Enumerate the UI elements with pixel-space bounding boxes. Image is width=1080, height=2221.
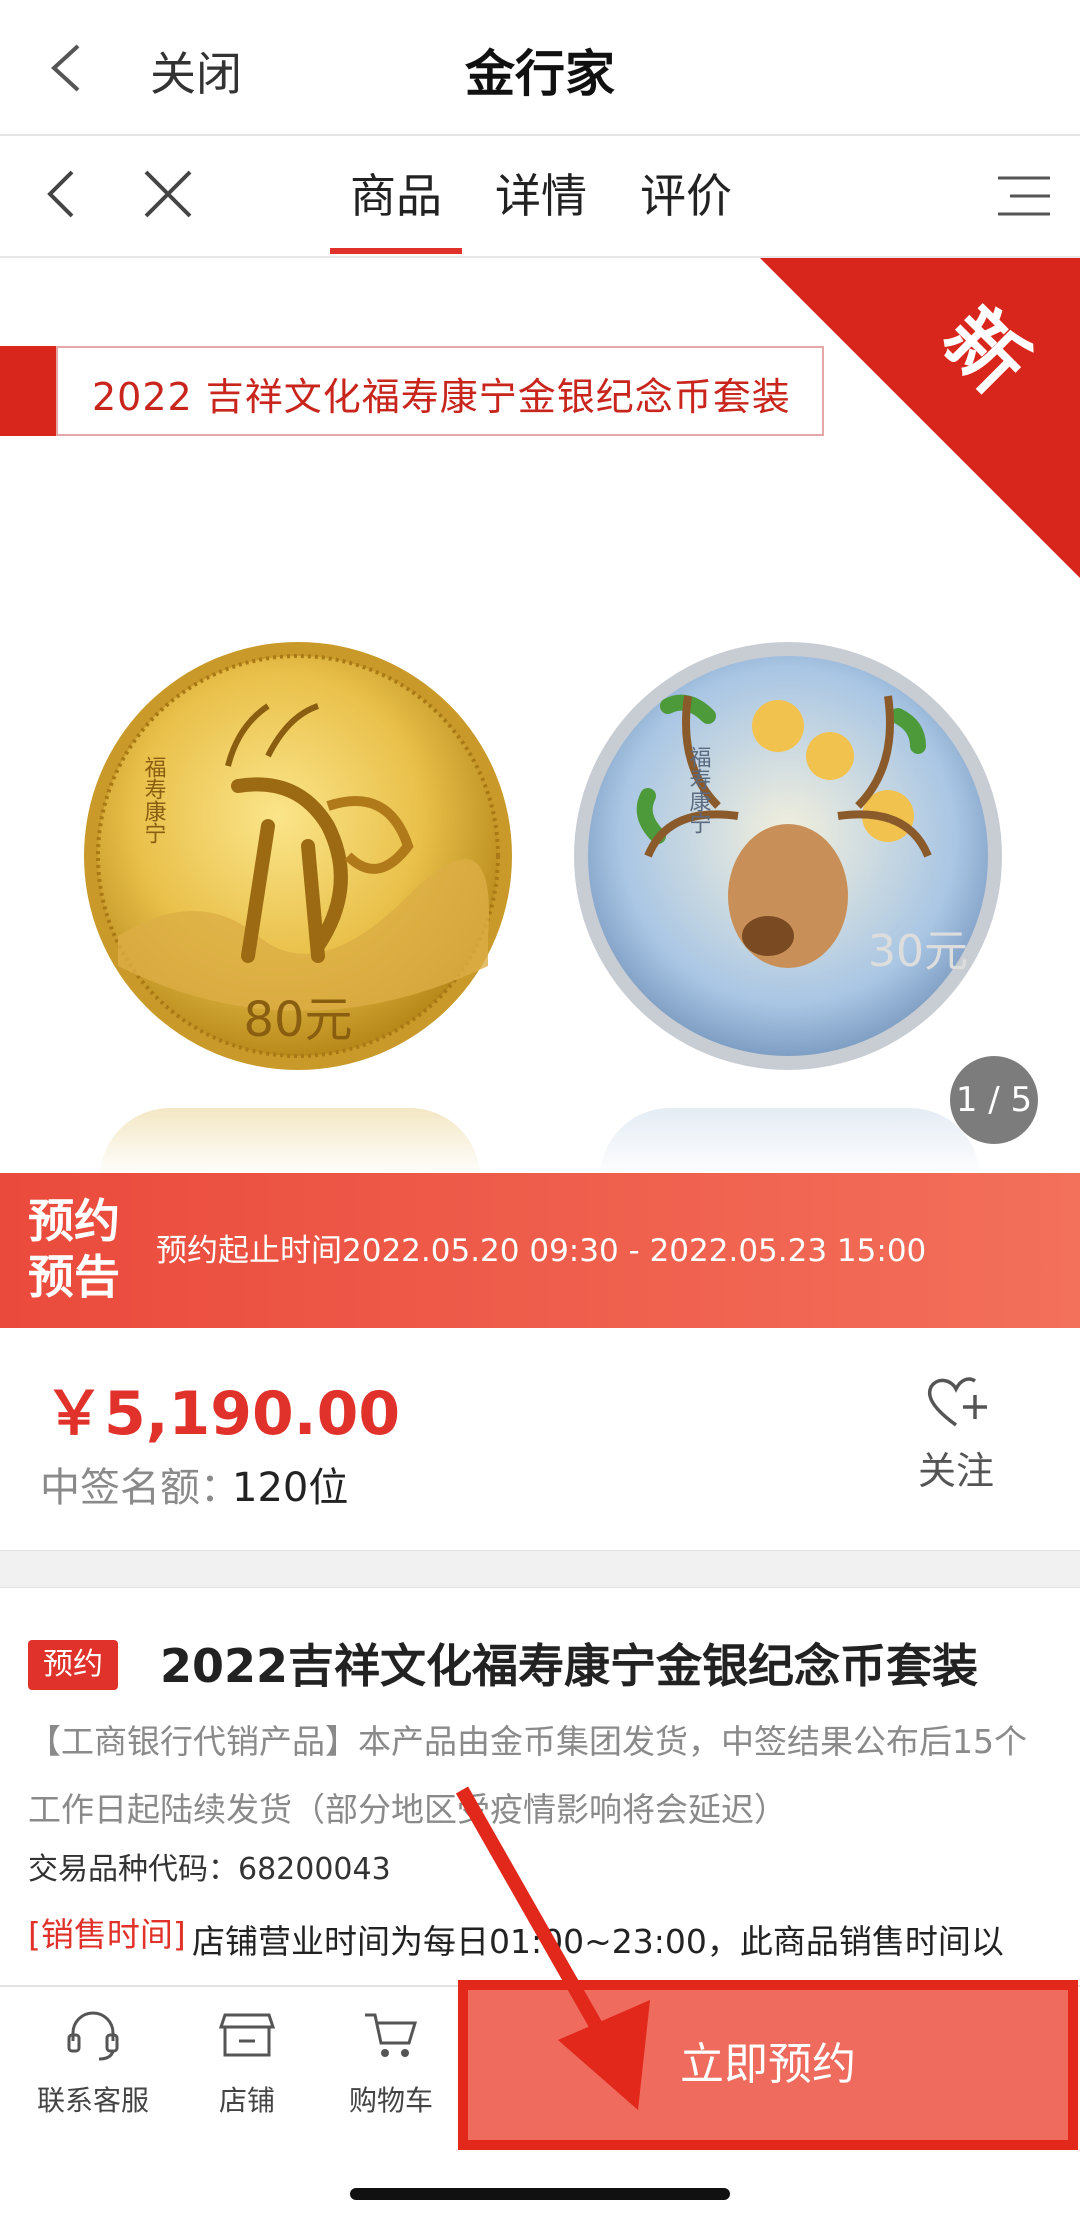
gold-coin-inscription: 福寿康宁 [141, 756, 167, 844]
cart-button[interactable]: 购物车 [316, 2007, 466, 2119]
quota-label: 中签名额： [40, 1465, 240, 1511]
close-button[interactable]: 关闭 [150, 38, 242, 104]
silver-coin-inscription: 福寿康宁 [686, 746, 712, 834]
top-bar: 关闭 金行家 [0, 0, 1080, 136]
back-icon[interactable] [40, 40, 90, 96]
follow-button-label[interactable]: 关注 [918, 1440, 994, 1495]
shop-label: 店铺 [218, 2084, 275, 2117]
customer-service-button[interactable]: 联系客服 [18, 2007, 168, 2119]
tab-goods[interactable]: 商品 [350, 160, 442, 226]
reservation-tag: 预约预告 [28, 1194, 120, 1304]
active-tab-indicator [330, 248, 462, 254]
product-banner: 2022 吉祥文化福寿康宁金银纪念币套装 [56, 346, 824, 436]
sale-time-label: [销售时间] [28, 1915, 186, 1954]
home-indicator [350, 2188, 730, 2200]
silver-coin-image: 30元 福寿康宁 [574, 642, 1002, 1070]
silver-coin-value: 30元 [868, 926, 968, 977]
silver-coin-reflection [600, 1108, 980, 1173]
customer-service-label: 联系客服 [36, 2084, 149, 2117]
shop-button[interactable]: 店铺 [172, 2007, 322, 2119]
headset-icon [67, 2011, 119, 2061]
banner-text: 2022 吉祥文化福寿康宁金银纪念币套装 [92, 375, 791, 419]
product-code: 交易品种代码：68200043 [28, 1852, 391, 1887]
reservation-time: 预约起止时间2022.05.20 09:30 - 2022.05.23 15:0… [156, 1233, 927, 1269]
product-image-gallery[interactable]: 2022 吉祥文化福寿康宁金银纪念币套装 新 80元 福寿康宁 30元 福寿康宁… [0, 258, 1080, 1173]
heart-plus-icon[interactable] [923, 1373, 989, 1431]
new-corner-badge: 新 [760, 258, 1080, 578]
product-description: 【工商银行代销产品】本产品由金币集团发货，中签结果公布后15个工作日起陆续发货（… [28, 1722, 1027, 1829]
product-title: 2022吉祥文化福寿康宁金银纪念币套装 [160, 1639, 979, 1693]
cart-icon [365, 2013, 418, 2057]
gold-coin-image: 80元 福寿康宁 [84, 642, 512, 1070]
price: ￥5,190.00 [44, 1379, 401, 1449]
close-x-icon[interactable] [140, 166, 196, 222]
cart-label: 购物车 [348, 2084, 433, 2117]
quota-value: 120位 [232, 1465, 349, 1511]
reservation-notice: 预约预告 预约起止时间2022.05.20 09:30 - 2022.05.23… [0, 1173, 1080, 1328]
back-icon[interactable] [40, 166, 80, 222]
banner-accent [0, 346, 56, 436]
gold-coin-value: 80元 [243, 992, 352, 1048]
tab-review[interactable]: 评价 [640, 160, 732, 226]
shop-icon [218, 2013, 276, 2057]
image-counter: 1 / 5 [950, 1056, 1038, 1144]
section-divider [0, 1550, 1080, 1588]
tab-bar: 商品 详情 评价 [0, 136, 1080, 258]
reserve-now-button[interactable]: 立即预约 [458, 1980, 1078, 2150]
tab-detail[interactable]: 详情 [495, 160, 587, 226]
reservation-badge: 预约 [28, 1640, 118, 1690]
menu-icon[interactable] [992, 172, 1052, 220]
gold-coin-reflection [100, 1108, 480, 1173]
